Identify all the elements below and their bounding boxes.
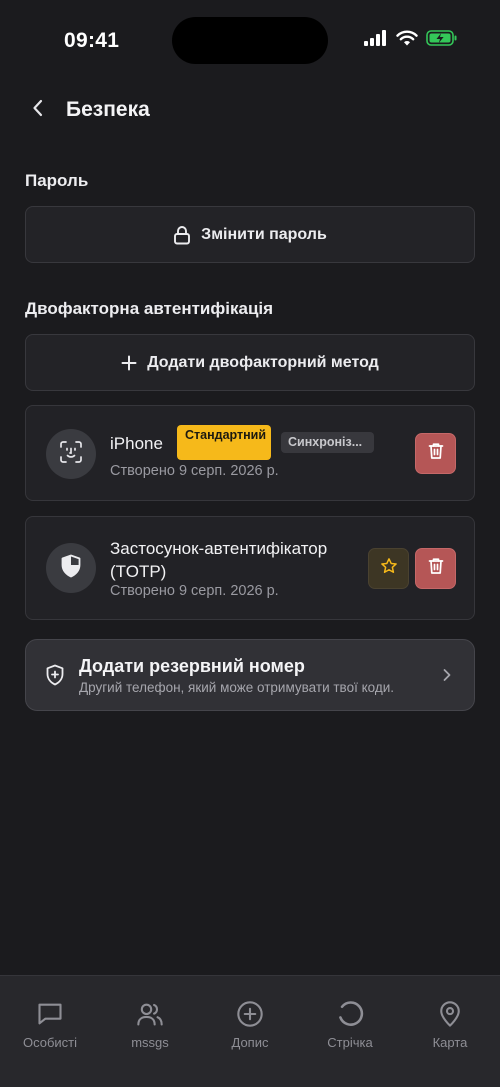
cellular-signal-icon bbox=[364, 30, 388, 46]
change-password-label: Змінити пароль bbox=[201, 225, 327, 243]
twofa-method-iphone: iPhone Стандартний Синхроніз... Створено… bbox=[25, 405, 475, 501]
shield-icon bbox=[60, 554, 82, 583]
plus-icon bbox=[121, 355, 137, 371]
lock-icon bbox=[173, 225, 191, 245]
method-created-date: Створено 9 серп. 2026 р. bbox=[110, 463, 279, 479]
tab-map[interactable]: Карта bbox=[400, 1000, 500, 1060]
status-bar: 09:41 bbox=[0, 0, 500, 80]
tab-feed[interactable]: Стрічка bbox=[300, 1000, 400, 1060]
method-created-date: Створено 9 серп. 2026 р. bbox=[110, 583, 279, 599]
trash-icon bbox=[428, 442, 444, 465]
tab-label: mssgs bbox=[131, 1035, 169, 1050]
twofa-section-title: Двофакторна автентифікація bbox=[25, 299, 274, 318]
default-badge: Стандартний bbox=[177, 425, 271, 460]
method-name: Застосунок-автентифікатор (TOTP) bbox=[110, 539, 328, 581]
face-id-icon bbox=[59, 440, 83, 469]
set-default-button[interactable] bbox=[368, 548, 409, 589]
back-button[interactable] bbox=[24, 96, 52, 124]
users-icon bbox=[136, 1000, 164, 1028]
tab-post[interactable]: Допис bbox=[200, 1000, 300, 1060]
circle-icon bbox=[336, 1000, 364, 1028]
tab-personal[interactable]: Особисті bbox=[0, 1000, 100, 1060]
tab-label: Стрічка bbox=[327, 1035, 373, 1050]
bottom-tab-bar: Особисті mssgs Допис Стрічка Карта bbox=[0, 975, 500, 1087]
add-backup-number-card[interactable]: Додати резервний номер Другий телефон, я… bbox=[25, 639, 475, 711]
tab-label: Допис bbox=[231, 1035, 269, 1050]
dynamic-island bbox=[172, 17, 328, 64]
chevron-right-icon bbox=[442, 667, 452, 688]
status-icons bbox=[364, 30, 458, 46]
tab-label: Карта bbox=[432, 1035, 468, 1050]
password-section-title: Пароль bbox=[25, 171, 89, 190]
trash-icon bbox=[428, 557, 444, 580]
add-twofa-method-label: Додати двофакторний метод bbox=[147, 353, 379, 371]
tab-mssgs[interactable]: mssgs bbox=[100, 1000, 200, 1060]
wifi-icon bbox=[396, 30, 418, 46]
add-twofa-method-button[interactable]: Додати двофакторний метод bbox=[25, 334, 475, 391]
tab-label: Особисті bbox=[22, 1035, 78, 1050]
backup-title: Додати резервний номер bbox=[79, 656, 305, 676]
twofa-method-totp: Застосунок-автентифікатор (TOTP) Створен… bbox=[25, 516, 475, 620]
status-time: 09:41 bbox=[64, 29, 120, 52]
delete-method-button[interactable] bbox=[415, 548, 456, 589]
backup-subtitle: Другий телефон, який може отримувати тво… bbox=[79, 680, 395, 695]
star-icon bbox=[380, 557, 398, 580]
delete-method-button[interactable] bbox=[415, 433, 456, 474]
chevron-left-icon bbox=[31, 98, 45, 123]
method-icon-wrap bbox=[46, 543, 96, 593]
change-password-button[interactable]: Змінити пароль bbox=[25, 206, 475, 263]
shield-plus-icon bbox=[45, 664, 65, 691]
map-pin-icon bbox=[436, 1000, 464, 1028]
page-title: Безпека bbox=[66, 98, 150, 121]
message-square-icon bbox=[36, 1000, 64, 1028]
battery-charging-icon bbox=[426, 30, 458, 46]
plus-circle-icon bbox=[236, 1000, 264, 1028]
sync-badge: Синхроніз... bbox=[281, 432, 374, 453]
method-icon-wrap bbox=[46, 429, 96, 479]
header: Безпека bbox=[0, 88, 500, 134]
method-name: iPhone bbox=[110, 434, 163, 453]
